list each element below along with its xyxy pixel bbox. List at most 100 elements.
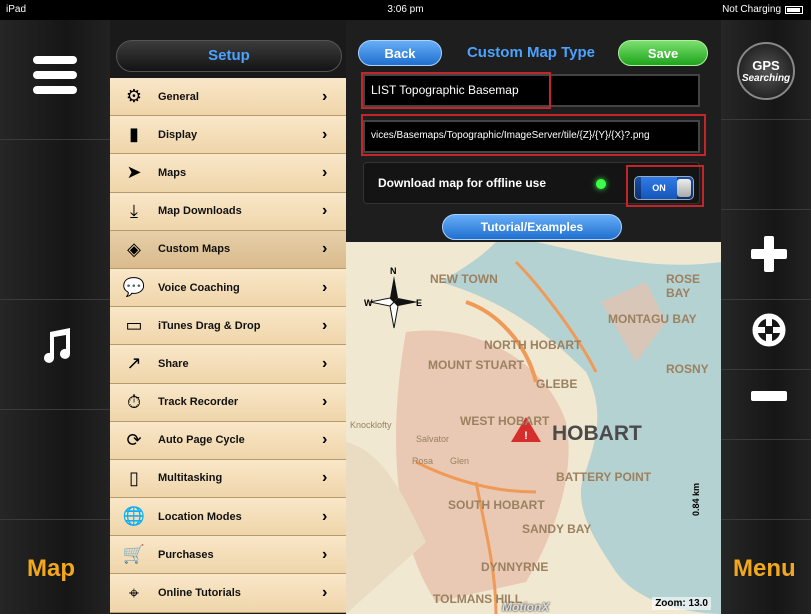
zoom-label: Zoom: 13.0 [652,597,711,610]
map-place-label: NORTH HOBART [484,338,582,352]
chevron-right-icon: › [322,354,328,372]
gear-icon: ⚙ [125,86,143,107]
city-label: HOBART [552,422,642,445]
hamburger-icon[interactable] [30,50,80,100]
map-view[interactable]: ! N W E NEW TOWN NORTH HOBART MOUNT STUA… [346,242,721,614]
map-place-label: Knocklofty [350,420,392,430]
battery-icon [785,5,803,14]
locate-cell [721,300,811,370]
arrow-icon: ➤ [126,162,142,183]
gps-badge[interactable]: GPS Searching [737,42,795,100]
menu-label[interactable]: Menu [733,555,796,583]
menu-item-multitasking[interactable]: ▯ Multitasking › [110,459,346,499]
map-place-label: SANDY BAY [522,522,592,536]
menu-item-label: Multitasking [158,472,223,485]
custom-map-editor: Back Custom Map Type Save LIST Topograph… [346,20,721,614]
cart-icon: 🛒 [122,544,146,565]
map-place-label: SOUTH HOBART [448,498,545,512]
globe-icon: 🌐 [122,506,146,527]
minus-icon[interactable] [749,388,789,404]
menu-item-itunes-drag-drop[interactable]: ▭ iTunes Drag & Drop › [110,307,346,346]
menu-item-label: Online Tutorials [158,587,241,600]
chevron-right-icon: › [322,163,328,181]
gps-cell: GPS Searching [721,20,811,120]
menu-item-label: Auto Page Cycle [158,434,245,447]
zoom-in-cell [721,210,811,300]
music-cell [0,300,110,410]
status-led-icon [596,179,606,189]
menu-item-label: Location Modes [158,510,242,523]
menu-item-share[interactable]: ↗ Share › [110,345,346,384]
map-label[interactable]: Map [27,555,75,583]
chevron-right-icon: › [322,507,328,525]
right-rail: GPS Searching Menu [721,20,811,614]
map-place-label: GLEBE [536,377,578,391]
map-place-label: ROSNY [666,362,709,376]
menu-item-label: Custom Maps [158,243,231,256]
map-place-label: Salvator [416,434,450,444]
map-place-label: ROSE BAY [666,272,701,300]
chevron-right-icon: › [322,469,328,487]
menu-item-label: Map Downloads [158,205,242,218]
setup-header: Setup [116,40,342,72]
menu-item-general[interactable]: ⚙ General › [110,78,346,117]
music-note-icon[interactable] [38,326,74,366]
highlight-box [361,114,706,156]
compass-north-label: N [390,266,397,276]
stopwatch-icon: ⏱ [126,391,142,412]
crosshair-icon[interactable] [751,312,787,348]
highlight-box [361,72,551,109]
menu-item-online-tutorials[interactable]: ⌖ Online Tutorials › [110,574,346,613]
menu-item-voice-coaching[interactable]: 💬 Voice Coaching › [110,268,346,308]
menu-item-label: Share [158,357,189,370]
menu-item-maps[interactable]: ➤ Maps › [110,154,346,193]
menu-item-purchases[interactable]: 🛒 Purchases › [110,536,346,575]
rail-cell [0,140,110,300]
map-place-label: MONTAGU BAY [608,312,697,326]
back-button[interactable]: Back [358,40,442,66]
map-place-label: WEST HOBART [460,414,550,428]
menu-item-location-modes[interactable]: 🌐 Location Modes › [110,498,346,537]
menu-item-custom-maps[interactable]: ◈ Custom Maps › [110,230,346,269]
chevron-right-icon: › [322,545,328,563]
chevron-right-icon: › [322,278,328,296]
menu-item-display[interactable]: ▮ Display › [110,116,346,155]
setup-panel: Setup ⚙ General › ▮ Display › ➤ Maps › ⤓… [110,20,346,614]
status-bar: iPad 3:06 pm Not Charging [0,0,811,20]
menu-item-auto-page-cycle[interactable]: ⟳ Auto Page Cycle › [110,421,346,460]
ruler-icon: ▮ [129,124,139,145]
map-place-label: DYNNYRNE [481,560,549,574]
menu-item-label: Maps [158,166,187,179]
page-title: Custom Map Type [466,44,596,61]
menu-item-label: General [158,90,199,103]
charging-label: Not Charging [722,4,781,15]
menu-item-track-recorder[interactable]: ⏱ Track Recorder › [110,383,346,422]
compass-east-label: E [416,298,423,308]
chevron-right-icon: › [322,240,328,258]
download-icon: ⤓ [130,200,138,221]
gps-badge-top: GPS [752,58,780,73]
map-place-label: NEW TOWN [430,272,498,286]
menu-item-label: iTunes Drag & Drop [158,319,261,332]
tutorial-button[interactable]: Tutorial/Examples [442,214,622,240]
gps-badge-bottom: Searching [741,73,791,84]
chevron-right-icon: › [322,125,328,143]
zoom-out-cell [721,370,811,440]
menu-item-map-downloads[interactable]: ⤓ Map Downloads › [110,192,346,231]
menu-item-label: Purchases [158,548,214,561]
chevron-right-icon: › [322,584,328,602]
map-place-label: Rosa [412,456,434,466]
clock: 3:06 pm [387,4,424,15]
compass-icon [369,276,418,329]
app-screen: iPad 3:06 pm Not Charging Map Setup ⚙ Ge… [0,0,811,614]
compass-west-label: W [364,298,373,308]
svg-text:!: ! [524,430,528,442]
folder-icon: ▭ [125,315,143,336]
chevron-right-icon: › [322,393,328,411]
speech-icon: 💬 [122,277,146,298]
save-button[interactable]: Save [618,40,708,66]
motionx-logo: MotionX [502,600,550,614]
plus-icon[interactable] [749,234,789,274]
menu-item-label: Track Recorder [158,396,239,409]
rail-cell [0,410,110,520]
